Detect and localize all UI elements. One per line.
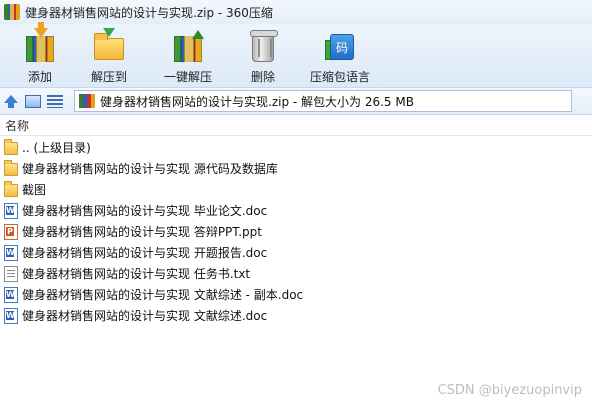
text-file-icon	[4, 265, 18, 282]
list-item[interactable]: 健身器材销售网站的设计与实现 答辩PPT.ppt	[0, 221, 592, 242]
language-icon: 码	[322, 28, 358, 64]
file-name: 健身器材销售网站的设计与实现 开题报告.doc	[22, 246, 268, 260]
list-item[interactable]: 健身器材销售网站的设计与实现 文献综述 - 副本.doc	[0, 284, 592, 305]
thumbnail-view-button[interactable]	[22, 91, 44, 111]
list-view-icon	[47, 94, 63, 108]
file-name: 健身器材销售网站的设计与实现 文献综述 - 副本.doc	[22, 288, 304, 302]
add-to-archive-icon	[22, 22, 58, 64]
file-name: 健身器材销售网站的设计与实现 答辩PPT.ppt	[22, 225, 262, 239]
file-name: 健身器材销售网站的设计与实现 源代码及数据库	[22, 162, 278, 176]
file-list: .. (上级目录) 健身器材销售网站的设计与实现 源代码及数据库 截图 健身器材…	[0, 137, 592, 326]
delete-button-label: 删除	[250, 70, 275, 84]
path-field[interactable]: 健身器材销售网站的设计与实现.zip - 解包大小为 26.5 MB	[74, 90, 572, 112]
powerpoint-icon	[4, 223, 18, 240]
list-item[interactable]: 健身器材销售网站的设计与实现 开题报告.doc	[0, 242, 592, 263]
column-header[interactable]: 名称	[0, 116, 592, 136]
word-document-icon	[4, 244, 18, 261]
archive-language-button[interactable]: 码 压缩包语言	[294, 24, 386, 87]
column-name-header[interactable]: 名称	[5, 117, 29, 134]
one-click-extract-icon	[170, 28, 206, 64]
file-name: 截图	[22, 183, 47, 197]
file-name: 健身器材销售网站的设计与实现 毕业论文.doc	[22, 204, 268, 218]
list-view-button[interactable]	[44, 91, 66, 111]
trash-icon	[245, 28, 281, 64]
add-button[interactable]: 添加	[6, 22, 74, 87]
list-item[interactable]: 健身器材销售网站的设计与实现 源代码及数据库	[0, 158, 592, 179]
add-button-label: 添加	[27, 70, 52, 84]
list-item[interactable]: 健身器材销售网站的设计与实现 毕业论文.doc	[0, 200, 592, 221]
thumbnail-view-icon	[25, 94, 41, 108]
archive-icon	[79, 94, 95, 108]
extract-to-folder-icon	[91, 28, 127, 64]
list-item[interactable]: 健身器材销售网站的设计与实现 文献综述.doc	[0, 305, 592, 326]
archive-language-button-label: 压缩包语言	[309, 70, 370, 84]
address-bar: 健身器材销售网站的设计与实现.zip - 解包大小为 26.5 MB	[0, 87, 592, 115]
folder-icon	[4, 181, 18, 197]
title-bar: 健身器材销售网站的设计与实现.zip - 360压缩	[0, 0, 592, 24]
watermark: CSDN @biyezuopinvip	[437, 383, 582, 398]
word-document-icon	[4, 202, 18, 219]
list-item[interactable]: .. (上级目录)	[0, 137, 592, 158]
file-name: .. (上级目录)	[22, 141, 91, 155]
up-arrow-icon	[4, 95, 18, 108]
archive-icon	[4, 4, 20, 20]
extract-to-button-label: 解压到	[90, 70, 127, 84]
toolbar: 添加 解压到 一键解压 删除 码 压缩包语言	[0, 22, 592, 87]
extract-to-button[interactable]: 解压到	[74, 24, 144, 87]
path-text: 健身器材销售网站的设计与实现.zip - 解包大小为 26.5 MB	[100, 94, 414, 109]
word-document-icon	[4, 307, 18, 324]
window-title: 健身器材销售网站的设计与实现.zip - 360压缩	[25, 5, 273, 20]
folder-icon	[4, 160, 18, 176]
one-click-extract-button[interactable]: 一键解压	[144, 24, 232, 87]
up-level-button[interactable]	[0, 91, 22, 111]
word-document-icon	[4, 286, 18, 303]
file-name: 健身器材销售网站的设计与实现 任务书.txt	[22, 267, 251, 281]
delete-button[interactable]: 删除	[232, 24, 294, 87]
one-click-extract-button-label: 一键解压	[163, 70, 212, 84]
list-item[interactable]: 截图	[0, 179, 592, 200]
list-item[interactable]: 健身器材销售网站的设计与实现 任务书.txt	[0, 263, 592, 284]
folder-icon	[4, 139, 18, 155]
file-name: 健身器材销售网站的设计与实现 文献综述.doc	[22, 309, 268, 323]
